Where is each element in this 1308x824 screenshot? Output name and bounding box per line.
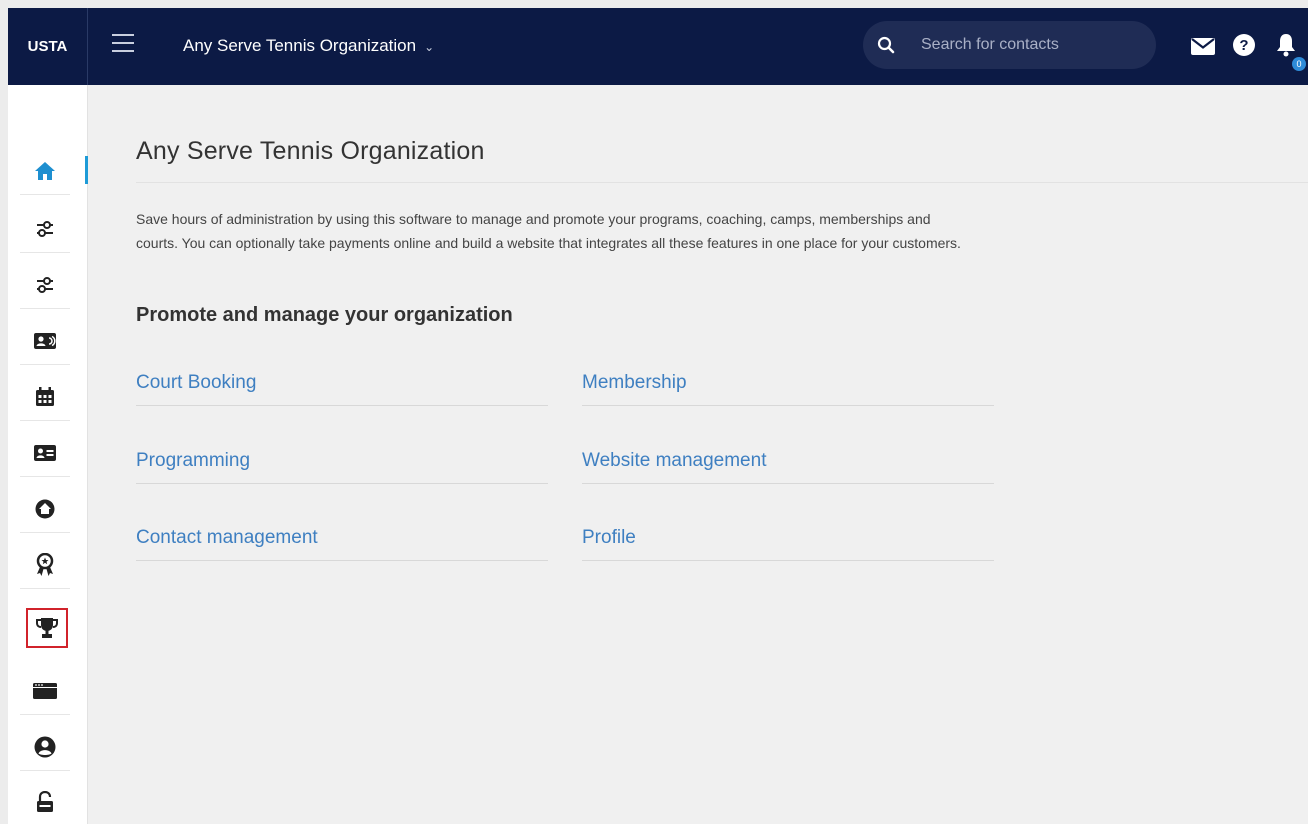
- mail-icon[interactable]: [1191, 38, 1215, 55]
- search-input[interactable]: [921, 33, 1141, 57]
- link-cell-membership: Membership: [582, 366, 994, 406]
- page-title: Any Serve Tennis Organization: [136, 137, 485, 165]
- help-icon[interactable]: ?: [1233, 34, 1255, 56]
- trophy-icon: [36, 618, 58, 638]
- svg-text:?: ?: [1239, 37, 1248, 54]
- membership-link[interactable]: Membership: [582, 372, 687, 394]
- sidebar-item-contacts[interactable]: [20, 317, 70, 365]
- sidebar-item-account[interactable]: [20, 723, 70, 771]
- link-cell-profile: Profile: [582, 521, 994, 561]
- award-icon: [36, 552, 54, 576]
- user-circle-icon: [34, 736, 56, 757]
- intro-text: Save hours of administration by using th…: [136, 211, 961, 251]
- top-bar: USTA Any Serve Tennis Organization ⌄ ?: [8, 8, 1308, 85]
- organization-selector[interactable]: Any Serve Tennis Organization ⌄: [183, 35, 434, 57]
- contact-management-link[interactable]: Contact management: [136, 527, 318, 549]
- sidebar-item-settings-1[interactable]: [20, 205, 70, 253]
- sliders-icon: [37, 276, 53, 293]
- main-content: Any Serve Tennis Organization Save hours…: [88, 85, 1308, 824]
- organization-name: Any Serve Tennis Organization: [183, 36, 417, 55]
- bell-icon[interactable]: [1276, 33, 1296, 57]
- link-cell-contact-management: Contact management: [136, 521, 548, 561]
- sidebar: [8, 85, 88, 824]
- contact-card-icon: [34, 332, 56, 349]
- calendar-icon: [36, 386, 54, 406]
- usta-logo[interactable]: USTA: [8, 8, 88, 85]
- id-card-icon: [34, 444, 56, 461]
- home-icon: [35, 161, 55, 180]
- website-management-link[interactable]: Website management: [582, 450, 766, 472]
- title-divider: [136, 182, 1308, 183]
- chevron-down-icon: ⌄: [424, 40, 435, 54]
- app-window: USTA Any Serve Tennis Organization ⌄ ?: [8, 8, 1308, 824]
- browser-window-icon: [33, 682, 57, 699]
- sidebar-item-website[interactable]: [20, 667, 70, 715]
- sidebar-item-id-card[interactable]: [20, 429, 70, 477]
- sidebar-item-lock[interactable]: [20, 778, 70, 824]
- link-cell-website-management: Website management: [582, 444, 994, 484]
- sidebar-item-home[interactable]: [20, 147, 70, 195]
- contact-search: [863, 21, 1156, 69]
- section-title: Promote and manage your organization: [136, 304, 513, 326]
- sliders-icon: [37, 220, 53, 237]
- sidebar-item-facility[interactable]: [20, 485, 70, 533]
- notification-badge: 0: [1292, 57, 1306, 71]
- sidebar-item-trophy[interactable]: [20, 602, 74, 654]
- sidebar-item-calendar[interactable]: [20, 373, 70, 421]
- court-booking-link[interactable]: Court Booking: [136, 372, 256, 394]
- link-cell-programming: Programming: [136, 444, 548, 484]
- sidebar-item-settings-2[interactable]: [20, 261, 70, 309]
- search-icon: [877, 36, 895, 54]
- circle-home-icon: [35, 499, 55, 518]
- link-cell-court-booking: Court Booking: [136, 366, 548, 406]
- profile-link[interactable]: Profile: [582, 527, 636, 549]
- menu-icon[interactable]: [112, 34, 134, 52]
- unlock-icon: [37, 791, 53, 812]
- sidebar-item-awards[interactable]: [20, 541, 70, 589]
- programming-link[interactable]: Programming: [136, 450, 250, 472]
